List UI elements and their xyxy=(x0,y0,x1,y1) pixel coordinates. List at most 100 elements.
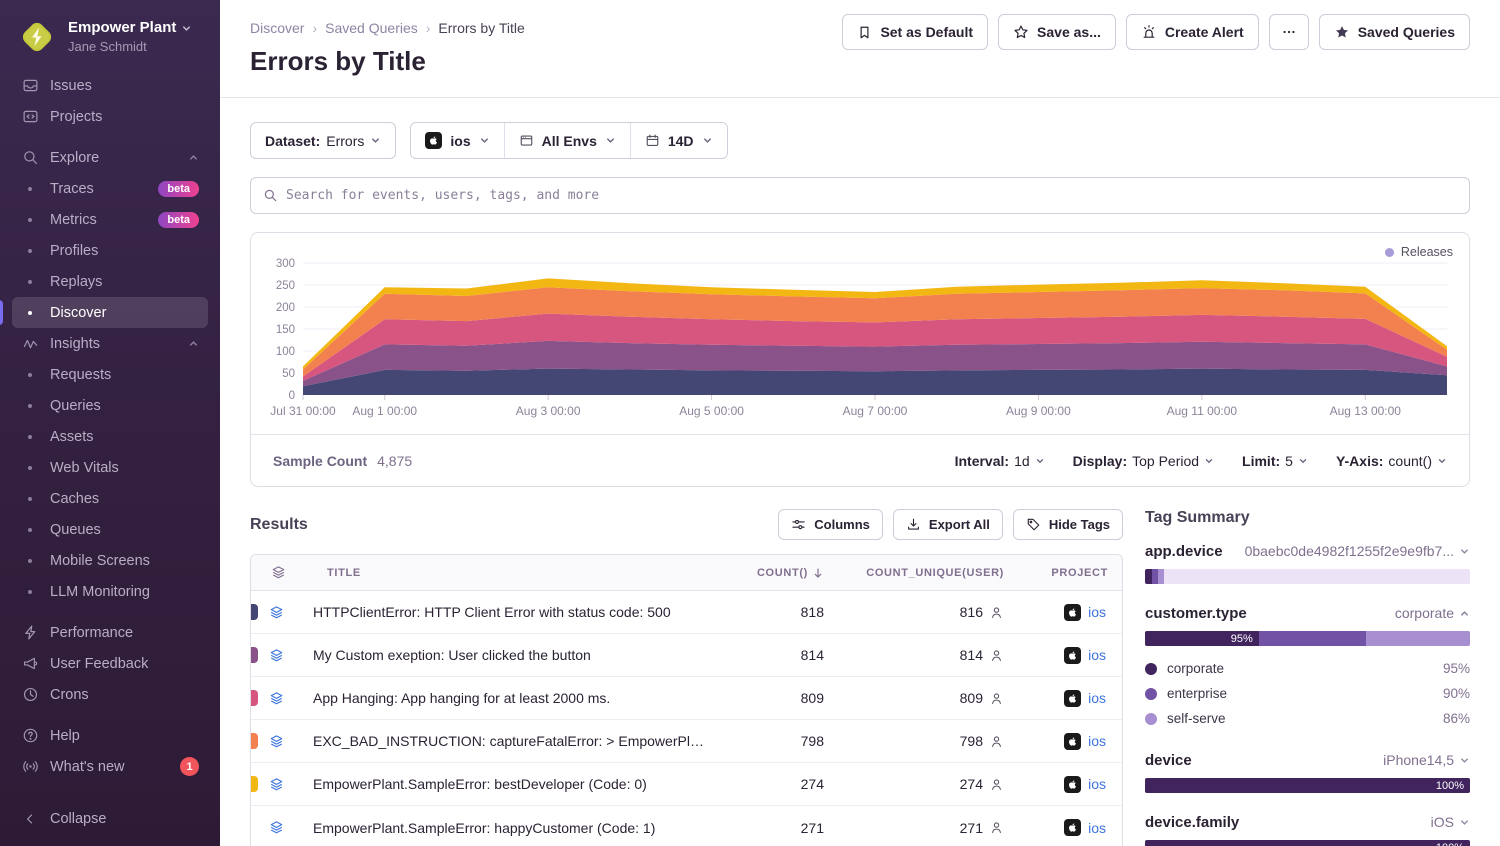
sidebar-item-assets[interactable]: Assets xyxy=(12,421,208,452)
chevron-down-icon xyxy=(1204,456,1214,466)
set-as-default-button[interactable]: Set as Default xyxy=(842,14,988,50)
project-link[interactable]: ios xyxy=(1088,604,1106,620)
table-row[interactable]: App Hanging: App hanging for at least 20… xyxy=(251,677,1122,720)
tag-value-row[interactable]: corporate 95% xyxy=(1145,656,1470,681)
sidebar-item-explore[interactable]: Explore xyxy=(12,142,208,173)
chevron-up-icon xyxy=(188,152,199,163)
count-value: 814 xyxy=(718,647,838,663)
project-link[interactable]: ios xyxy=(1088,820,1106,836)
export-all-button[interactable]: Export All xyxy=(893,509,1003,540)
error-title[interactable]: App Hanging: App hanging for at least 20… xyxy=(313,690,718,706)
chevron-up-icon xyxy=(1459,608,1470,619)
sidebar-item-traces[interactable]: Tracesbeta xyxy=(12,173,208,204)
more-options-button[interactable] xyxy=(1269,14,1309,50)
display-selector[interactable]: Display:Top Period xyxy=(1073,453,1214,469)
project-filter[interactable]: ios xyxy=(411,123,504,158)
sidebar-item-queries[interactable]: Queries xyxy=(12,390,208,421)
sidebar-item-label: Issues xyxy=(50,78,92,94)
sidebar-collapse-button[interactable]: Collapse xyxy=(12,803,208,834)
stack-icon[interactable] xyxy=(269,820,284,835)
stack-icon[interactable] xyxy=(269,777,284,792)
environment-filter[interactable]: All Envs xyxy=(505,123,631,158)
search-input[interactable] xyxy=(286,188,1457,203)
project-link[interactable]: ios xyxy=(1088,647,1106,663)
tag-distribution-bar[interactable] xyxy=(1145,569,1470,584)
series-color-swatch xyxy=(251,733,258,749)
sidebar-item-issues[interactable]: Issues xyxy=(12,70,208,101)
sidebar-item-llm-monitoring[interactable]: LLM Monitoring xyxy=(12,576,208,607)
sidebar-item-performance[interactable]: Performance xyxy=(12,617,208,648)
chevron-down-icon xyxy=(1459,817,1470,828)
sidebar-item-label: Mobile Screens xyxy=(50,553,150,569)
tag-distribution-bar[interactable]: 95% xyxy=(1145,631,1470,646)
sidebar-item-user-feedback[interactable]: User Feedback xyxy=(12,648,208,679)
project-link[interactable]: ios xyxy=(1088,733,1106,749)
create-alert-button[interactable]: Create Alert xyxy=(1126,14,1259,50)
stack-icon[interactable] xyxy=(269,691,284,706)
dataset-selector[interactable]: Dataset: Errors xyxy=(250,122,396,159)
releases-legend-dot xyxy=(1385,248,1394,257)
sidebar-item-replays[interactable]: Replays xyxy=(12,266,208,297)
tag-value-row[interactable]: self-serve 86% xyxy=(1145,706,1470,731)
apple-icon xyxy=(425,132,442,149)
breadcrumb-saved-queries[interactable]: Saved Queries xyxy=(325,20,418,36)
table-row[interactable]: EmpowerPlant.SampleError: happyCustomer … xyxy=(251,806,1122,846)
tag-top-value[interactable]: iPhone14,5 xyxy=(1383,752,1470,768)
feedback-icon xyxy=(21,655,39,672)
project-link[interactable]: ios xyxy=(1088,776,1106,792)
svg-text:Aug 5 00:00: Aug 5 00:00 xyxy=(679,404,744,418)
sidebar-item-help[interactable]: Help xyxy=(12,720,208,751)
sidebar-item-projects[interactable]: Projects xyxy=(12,101,208,132)
table-row[interactable]: My Custom exeption: User clicked the but… xyxy=(251,634,1122,677)
tag-key: customer.type xyxy=(1145,605,1247,622)
table-row[interactable]: EXC_BAD_INSTRUCTION: captureFatalError: … xyxy=(251,720,1122,763)
sidebar-item-mobile-screens[interactable]: Mobile Screens xyxy=(12,545,208,576)
projects-icon xyxy=(21,108,39,125)
error-title[interactable]: HTTPClientError: HTTP Client Error with … xyxy=(313,604,718,620)
column-header-count[interactable]: COUNT() xyxy=(718,567,838,579)
stack-icon[interactable] xyxy=(269,648,284,663)
column-header-count-unique[interactable]: COUNT_UNIQUE(USER) xyxy=(838,567,1018,579)
tag-distribution-bar[interactable]: 100% xyxy=(1145,840,1470,846)
tag-top-value[interactable]: 0baebc0de4982f1255f2e9e9fb7... xyxy=(1245,543,1470,559)
table-row[interactable]: EmpowerPlant.SampleError: bestDeveloper … xyxy=(251,763,1122,806)
sidebar-item-what-s-new[interactable]: What's new1 xyxy=(12,751,208,782)
tag-distribution-bar[interactable]: 100% xyxy=(1145,778,1470,793)
sidebar-item-requests[interactable]: Requests xyxy=(12,359,208,390)
tag-top-value[interactable]: iOS xyxy=(1431,814,1470,830)
hide-tags-button[interactable]: Hide Tags xyxy=(1013,509,1123,540)
svg-text:Aug 9 00:00: Aug 9 00:00 xyxy=(1006,404,1071,418)
sidebar-item-discover[interactable]: Discover xyxy=(12,297,208,328)
stack-icon[interactable] xyxy=(269,605,284,620)
sidebar-item-insights[interactable]: Insights xyxy=(12,328,208,359)
tag-top-value[interactable]: corporate xyxy=(1395,605,1470,621)
error-title[interactable]: EmpowerPlant.SampleError: bestDeveloper … xyxy=(313,776,718,792)
yaxis-selector[interactable]: Y-Axis:count() xyxy=(1336,453,1447,469)
area-chart[interactable]: Releases 050100150200250300Jul 31 00:00A… xyxy=(251,233,1469,434)
sidebar-item-caches[interactable]: Caches xyxy=(12,483,208,514)
error-title[interactable]: EmpowerPlant.SampleError: happyCustomer … xyxy=(313,820,718,836)
stack-icon[interactable] xyxy=(269,734,284,749)
sidebar-item-profiles[interactable]: Profiles xyxy=(12,235,208,266)
chart-legend[interactable]: Releases xyxy=(1385,245,1453,259)
column-header-title[interactable]: TITLE xyxy=(313,567,718,579)
column-header-project[interactable]: PROJECT xyxy=(1018,567,1122,579)
sidebar-item-crons[interactable]: Crons xyxy=(12,679,208,710)
error-title[interactable]: EXC_BAD_INSTRUCTION: captureFatalError: … xyxy=(313,733,718,749)
chart-card: Releases 050100150200250300Jul 31 00:00A… xyxy=(250,232,1470,487)
limit-selector[interactable]: Limit:5 xyxy=(1242,453,1308,469)
date-range-filter[interactable]: 14D xyxy=(631,123,727,158)
sidebar-item-web-vitals[interactable]: Web Vitals xyxy=(12,452,208,483)
tag-value-row[interactable]: enterprise 90% xyxy=(1145,681,1470,706)
org-switcher[interactable]: Empower Plant Jane Schmidt xyxy=(12,14,208,70)
interval-selector[interactable]: Interval:1d xyxy=(955,453,1045,469)
save-as-button[interactable]: Save as... xyxy=(998,14,1116,50)
error-title[interactable]: My Custom exeption: User clicked the but… xyxy=(313,647,718,663)
breadcrumb-discover[interactable]: Discover xyxy=(250,20,304,36)
sidebar-item-queues[interactable]: Queues xyxy=(12,514,208,545)
sidebar-item-metrics[interactable]: Metricsbeta xyxy=(12,204,208,235)
project-link[interactable]: ios xyxy=(1088,690,1106,706)
saved-queries-button[interactable]: Saved Queries xyxy=(1319,14,1470,50)
columns-button[interactable]: Columns xyxy=(778,509,883,540)
table-row[interactable]: HTTPClientError: HTTP Client Error with … xyxy=(251,591,1122,634)
